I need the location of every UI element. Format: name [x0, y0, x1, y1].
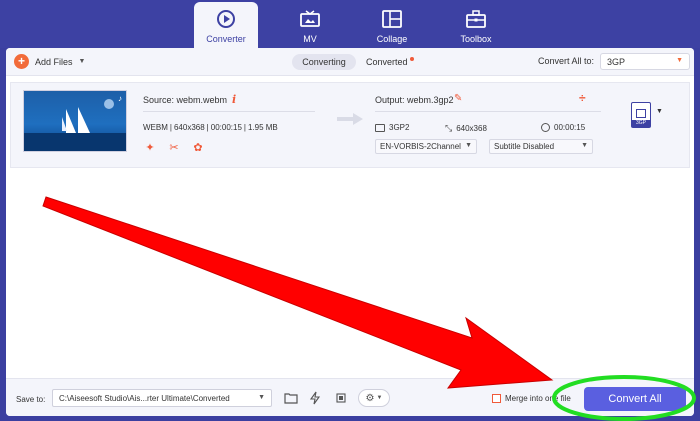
chevron-down-icon[interactable]: ▼	[79, 58, 86, 65]
merge-label: Merge into one file	[505, 394, 571, 403]
tab-toolbox-label: Toolbox	[460, 34, 492, 44]
source-resolution: 640x368	[173, 123, 205, 132]
folder-icon	[284, 393, 298, 404]
cpu-off-icon	[336, 393, 346, 403]
palette-icon[interactable]: ✿	[192, 141, 204, 154]
tab-converted-label: Converted	[366, 57, 408, 67]
format-badge-label: 3GP	[632, 120, 650, 127]
convert-all-to-label: Convert All to:	[538, 56, 595, 66]
converter-toolbar: + Add Files ▼ Converting Converted Conve…	[6, 48, 694, 76]
tab-converter-label: Converter	[206, 34, 246, 44]
source-meta: WEBM | 640x368 | 00:00:15 | 1.95 MB	[143, 123, 278, 132]
lightning-off-icon	[309, 391, 321, 405]
output-duration-value: 00:00:15	[554, 123, 586, 132]
chevron-down-icon[interactable]: ▼	[656, 108, 663, 115]
sea-shape	[24, 133, 126, 151]
meta-sep: |	[243, 123, 246, 132]
output-resolution-value: 640x368	[456, 124, 487, 133]
edit-tools: ✦ ✂ ✿	[144, 141, 204, 154]
file-row: ♪ Source: webm.webm i WEBM | 640x368 | 0…	[10, 82, 690, 168]
pencil-icon[interactable]: ✎	[454, 93, 462, 104]
scissors-icon[interactable]: ✂	[168, 141, 180, 154]
notification-dot	[409, 57, 414, 61]
tab-collage[interactable]: Collage	[360, 2, 424, 48]
tab-mv-label: MV	[303, 34, 317, 44]
add-files-label: Add Files	[35, 56, 73, 67]
output-format: 3GP2	[375, 123, 409, 132]
tab-toolbox[interactable]: Toolbox	[444, 2, 508, 48]
output-divider	[375, 111, 601, 112]
plus-icon: +	[14, 54, 29, 69]
chevron-down-icon: ▼	[258, 394, 265, 401]
meta-sep: |	[169, 123, 172, 132]
acceleration-button[interactable]	[306, 389, 324, 407]
audio-track-select[interactable]: EN-VORBIS-2Channel ▼	[375, 139, 477, 154]
converter-icon	[215, 8, 237, 30]
output-duration: 00:00:15	[541, 123, 585, 132]
output-format-button[interactable]: 3GP	[631, 102, 651, 128]
output-filename: Output: webm.3gp2	[375, 95, 454, 105]
merge-checkbox[interactable]: Merge into one file	[492, 394, 571, 403]
tab-converted[interactable]: Converted	[366, 54, 414, 70]
meta-sep: |	[206, 123, 209, 132]
split-icon[interactable]: ÷	[579, 91, 586, 105]
add-files-button[interactable]: + Add Files ▼	[14, 54, 85, 69]
magic-wand-icon[interactable]: ✦	[144, 141, 156, 154]
tab-converting[interactable]: Converting	[292, 54, 356, 70]
tv-icon	[299, 8, 321, 30]
clock-icon	[541, 123, 550, 132]
tiktok-icon: ♪	[118, 94, 122, 103]
chevron-down-icon: ▼	[465, 142, 472, 149]
subtitle-select[interactable]: Subtitle Disabled ▼	[489, 139, 593, 154]
resize-icon: ⤡	[445, 123, 453, 133]
convert-all-format-select[interactable]: 3GP ▼	[600, 53, 690, 70]
toolbox-icon	[465, 8, 487, 30]
hardware-acceleration-button[interactable]	[332, 389, 350, 407]
tab-mv[interactable]: MV	[278, 2, 342, 48]
source-duration: 00:00:15	[210, 123, 242, 132]
audio-track-value: EN-VORBIS-2Channel	[380, 142, 461, 151]
tab-collage-label: Collage	[376, 34, 408, 44]
info-icon[interactable]: i	[232, 93, 236, 106]
source-size: 1.95 MB	[247, 123, 278, 132]
source-divider	[143, 111, 315, 112]
converter-panel: + Add Files ▼ Converting Converted Conve…	[6, 48, 694, 416]
chevron-down-icon: ▼	[376, 395, 383, 401]
film-icon	[375, 123, 385, 132]
open-folder-button[interactable]	[282, 389, 300, 407]
source-filename: Source: webm.webm	[143, 95, 228, 105]
chevron-down-icon: ▼	[676, 57, 683, 64]
output-resolution: ⤡ 640x368	[445, 123, 487, 134]
save-path-select[interactable]: C:\Aiseesoft Studio\Ais...rter Ultimate\…	[52, 389, 272, 407]
settings-button[interactable]: ⚙ ▼	[358, 389, 390, 407]
gear-icon: ⚙	[365, 392, 375, 404]
video-thumbnail[interactable]: ♪	[23, 90, 127, 152]
save-to-label: Save to:	[16, 395, 46, 404]
tab-converter[interactable]: Converter	[194, 2, 258, 48]
merge-checkbox-box[interactable]	[492, 394, 501, 403]
convert-all-button[interactable]: Convert All	[584, 387, 686, 411]
moon-icon	[104, 99, 114, 109]
arrow-right-icon	[337, 113, 363, 125]
chevron-down-icon: ▼	[581, 142, 588, 149]
convert-all-format-value: 3GP	[607, 56, 626, 67]
save-path-value: C:\Aiseesoft Studio\Ais...rter Ultimate\…	[59, 393, 230, 403]
source-format: WEBM	[143, 123, 168, 132]
output-format-value: 3GP2	[389, 123, 410, 132]
subtitle-value: Subtitle Disabled	[494, 142, 555, 151]
collage-icon	[381, 8, 403, 30]
film-icon	[636, 109, 646, 118]
top-nav-bar: Converter MV Collage Toolbox	[0, 0, 700, 48]
bottom-bar: Save to: C:\Aiseesoft Studio\Ais...rter …	[6, 378, 694, 416]
